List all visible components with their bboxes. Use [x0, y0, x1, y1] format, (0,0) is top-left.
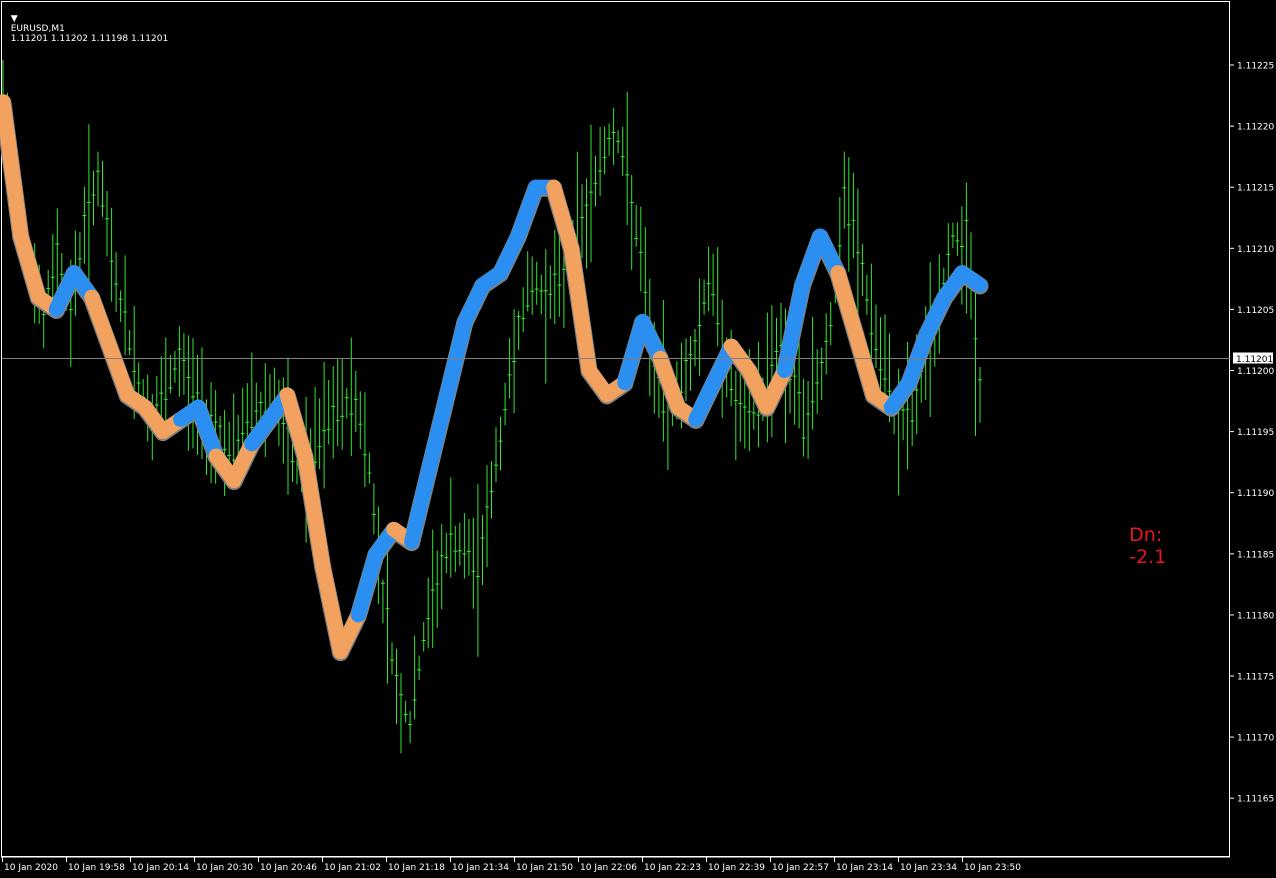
x-tick-label: 10 Jan 21:50: [516, 863, 573, 873]
y-tick-label: 1.11225: [1237, 62, 1274, 72]
x-tick-label: 10 Jan 23:50: [964, 863, 1021, 873]
x-tick-label: 10 Jan 20:30: [196, 863, 253, 873]
x-tick-label: 10 Jan 21:34: [452, 863, 509, 873]
x-tick-label: 10 Jan 23:34: [900, 863, 957, 873]
y-tick-label: 1.11180: [1237, 611, 1274, 621]
y-tick-label: 1.11165: [1237, 795, 1274, 805]
trend-band-segment: [546, 179, 579, 256]
chart-frame: [1, 1, 1230, 857]
trend-band: [0, 94, 989, 662]
symbol-timeframe: EURUSD,M1: [10, 24, 65, 34]
x-tick-label: 10 Jan 20:14: [132, 863, 189, 873]
ohlc-values: 1.11201 1.11202 1.11198 1.11201: [10, 34, 169, 44]
x-tick-label: 10 Jan 20:46: [260, 863, 317, 873]
price-chart[interactable]: 1.11225 1.11220 1.11215 1.11210 1.11205 1.112…: [0, 0, 1276, 878]
y-tick-label: 1.11170: [1237, 734, 1274, 744]
y-tick-label: 1.11220: [1237, 123, 1274, 133]
y-tick-label: 1.11210: [1237, 245, 1274, 255]
indicator-prefix: Dn:: [1129, 524, 1163, 546]
trend-band-segment: [350, 546, 384, 623]
trend-band-segment: [848, 326, 881, 403]
y-tick-label: 1.11190: [1237, 489, 1274, 499]
y-tick-label: 1.11185: [1237, 550, 1274, 560]
x-tick-label: 10 Jan 21:18: [388, 863, 445, 873]
trend-band-segment: [510, 179, 544, 244]
y-tick-label: 1.11175: [1237, 673, 1274, 683]
time-axis: 10 Jan 2020 10 Jan 19:58 10 Jan 20:14 10 Ja…: [2, 857, 1021, 873]
y-tick-label: 1.11195: [1237, 428, 1274, 438]
indicator-value: -2.1: [1129, 546, 1167, 568]
trend-band-segment: [13, 228, 46, 305]
x-tick-label: 10 Jan 2020: [4, 863, 58, 873]
x-tick-label: 10 Jan 22:23: [644, 863, 701, 873]
x-tick-label: 10 Jan 22:57: [772, 863, 829, 873]
chart-menu-icon[interactable]: ▼: [11, 14, 18, 24]
chart-header: ▼ EURUSD,M1 1.11201 1.11202 1.11198 1.11…: [5, 4, 168, 44]
x-tick-label: 10 Jan 22:06: [580, 863, 637, 873]
y-tick-label: 1.11215: [1237, 184, 1274, 194]
x-tick-label: 10 Jan 22:39: [708, 863, 765, 873]
trend-band-segment: [404, 460, 437, 550]
trend-band-segment: [84, 289, 118, 354]
indicator-label: Dn: -2.1: [1117, 502, 1166, 568]
trend-band-segment: [954, 265, 988, 293]
trend-band-segment: [777, 277, 810, 378]
trend-band-segment: [190, 399, 224, 464]
trend-band-segment: [830, 265, 864, 342]
x-tick-label: 10 Jan 23:14: [836, 863, 893, 873]
trend-band-segment: [315, 558, 348, 660]
x-tick-label: 10 Jan 21:02: [324, 863, 381, 873]
price-axis: 1.11225 1.11220 1.11215 1.11210 1.11205 1.112…: [1230, 62, 1274, 805]
y-tick-label: 1.11200: [1237, 367, 1274, 377]
x-tick-label: 10 Jan 19:58: [68, 863, 125, 873]
trend-band-segment: [421, 387, 455, 476]
trend-band-segment: [0, 94, 29, 244]
y-tick-label: 1.11205: [1237, 306, 1274, 316]
trend-band-segment: [279, 387, 313, 464]
current-price-label: 1.11201: [1236, 355, 1273, 365]
trend-band-segment: [297, 448, 331, 574]
